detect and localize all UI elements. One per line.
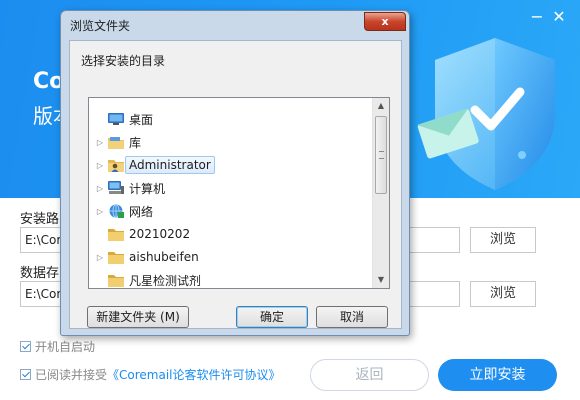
desktop-icon — [107, 111, 125, 127]
data-path-browse-button[interactable]: 浏览 — [470, 281, 536, 307]
computer-icon — [107, 180, 125, 196]
tree-item-label: Administrator — [125, 156, 215, 174]
scroll-up-button[interactable]: ▲ — [373, 98, 389, 114]
agreement-option[interactable]: 已阅读并接受 《Coremail论客软件许可协议》 — [20, 366, 281, 383]
new-folder-button[interactable]: 新建文件夹 (M) — [87, 306, 189, 328]
tree-item[interactable]: ▷ Administrator — [95, 154, 215, 176]
tree-item[interactable]: 20210202 — [95, 223, 190, 245]
folder-tree[interactable]: 桌面 ▷ 库 ▷ Administrator ▷ 计算机 ▷ 网络 20210202 ▷ aishub… — [88, 97, 390, 289]
tree-item-label: aishubeifen — [129, 250, 199, 264]
dialog-titlebar[interactable]: 浏览文件夹 x — [61, 11, 409, 39]
expand-arrow-icon[interactable]: ▷ — [95, 184, 105, 193]
autostart-option[interactable]: 开机自启动 — [20, 338, 95, 355]
tree-item[interactable]: ▷ 网络 — [95, 200, 153, 222]
scroll-down-button[interactable]: ▼ — [373, 272, 389, 288]
folder-icon — [107, 226, 125, 242]
expand-arrow-icon[interactable]: ▷ — [95, 161, 105, 170]
agreement-checkbox[interactable] — [20, 369, 31, 380]
browse-folder-dialog: 浏览文件夹 x 选择安装的目录 桌面 ▷ 库 ▷ Administrator ▷ 计算机 ▷ 网… — [60, 10, 410, 336]
tree-item[interactable]: ▷ 库 — [95, 131, 141, 153]
autostart-label: 开机自启动 — [35, 340, 96, 354]
tree-item-label: 凡星检测试剂 — [129, 273, 202, 288]
tree-item[interactable]: ▷ aishubeifen — [95, 246, 199, 268]
dialog-prompt: 选择安装的目录 — [81, 54, 166, 68]
license-link[interactable]: 《Coremail论客软件许可协议》 — [107, 366, 281, 383]
tree-item-label: 桌面 — [129, 112, 154, 127]
tree-item[interactable]: ▷ 计算机 — [95, 177, 165, 199]
tree-scrollbar[interactable]: ▲ ▼ — [372, 98, 389, 288]
autostart-checkbox[interactable] — [20, 341, 31, 352]
install-path-label: 安装路 — [20, 212, 60, 227]
dialog-title: 浏览文件夹 — [70, 19, 131, 33]
folder-icon — [107, 249, 125, 265]
shield-mail-illustration — [417, 38, 555, 190]
dialog-body: 选择安装的目录 桌面 ▷ 库 ▷ Administrator ▷ 计算机 ▷ 网络 2021020… — [69, 40, 402, 329]
back-button[interactable]: 返回 — [310, 359, 429, 391]
tree-item[interactable]: 凡星检测试剂 — [95, 269, 202, 288]
library-icon — [107, 134, 125, 150]
dialog-close-button[interactable]: x — [364, 12, 406, 31]
minimize-button[interactable]: − — [526, 6, 548, 28]
tree-item-label: 库 — [129, 135, 142, 150]
tree-item-label: 网络 — [129, 204, 154, 219]
scroll-thumb[interactable] — [375, 116, 387, 194]
install-path-browse-button[interactable]: 浏览 — [470, 227, 536, 253]
folder-icon — [107, 272, 125, 288]
install-now-button[interactable]: 立即安装 — [438, 359, 557, 391]
data-path-label: 数据存 — [20, 266, 60, 281]
expand-arrow-icon[interactable]: ▷ — [95, 138, 105, 147]
ok-button[interactable]: 确定 — [236, 306, 308, 328]
user-folder-icon — [107, 157, 125, 173]
tree-item-label: 计算机 — [129, 181, 166, 196]
agreement-text: 已阅读并接受 — [35, 368, 108, 382]
tree-item[interactable]: 桌面 — [95, 108, 153, 130]
cancel-button[interactable]: 取消 — [316, 306, 388, 328]
network-icon — [107, 203, 125, 219]
expand-arrow-icon[interactable]: ▷ — [95, 207, 105, 216]
installer-close-button[interactable]: ✕ — [548, 6, 570, 28]
tree-item-label: 20210202 — [129, 227, 191, 241]
expand-arrow-icon[interactable]: ▷ — [95, 253, 105, 262]
